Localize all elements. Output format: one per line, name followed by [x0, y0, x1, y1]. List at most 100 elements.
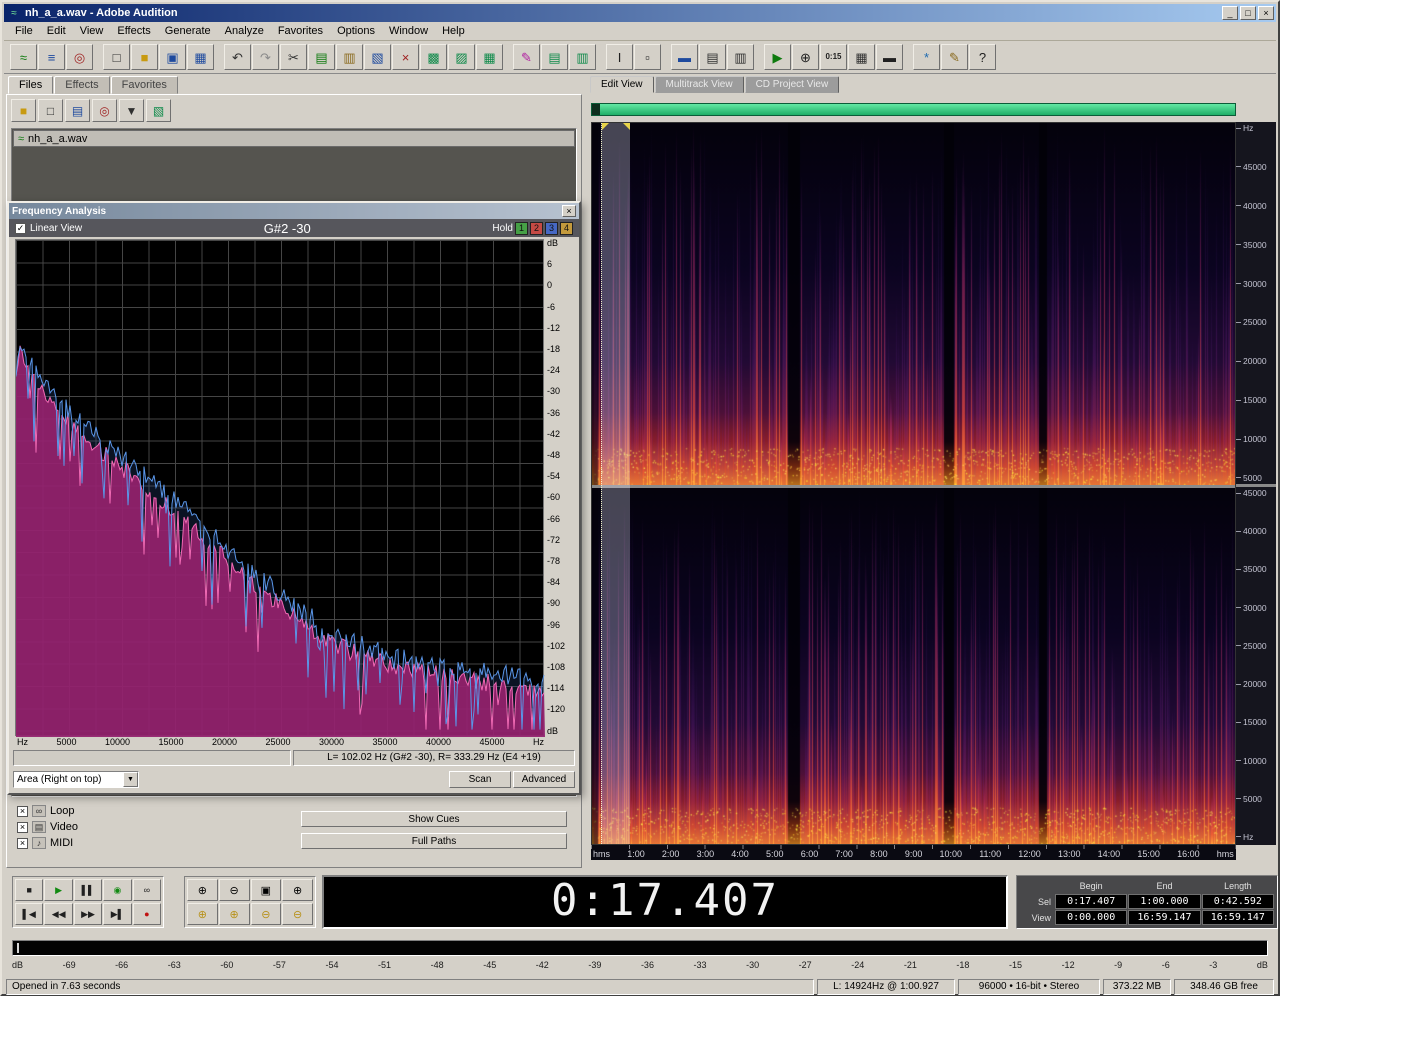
- pause-button[interactable]: ▌▌: [74, 879, 102, 901]
- tab-edit-view[interactable]: Edit View: [590, 76, 654, 93]
- cd-project-toggle-icon[interactable]: ◎: [66, 44, 93, 70]
- record-button[interactable]: ●: [133, 903, 161, 925]
- save-file-icon[interactable]: ▣: [159, 44, 186, 70]
- zoom-to-selection-button[interactable]: ⊕: [187, 903, 218, 925]
- pencil-tool-icon[interactable]: ✎: [941, 44, 968, 70]
- hold-4-button[interactable]: 4: [560, 222, 573, 235]
- file-list-item[interactable]: ≈ nh_a_a.wav: [13, 130, 575, 147]
- level-meter[interactable]: [12, 940, 1268, 956]
- time-selection-tool-icon[interactable]: I: [606, 44, 633, 70]
- copy-icon[interactable]: ▤: [308, 44, 335, 70]
- scan-button[interactable]: Scan: [449, 771, 511, 788]
- checkbox[interactable]: ×: [17, 822, 28, 833]
- zoom-right-button[interactable]: ⊖: [251, 903, 282, 925]
- paste-icon[interactable]: ▥: [336, 44, 363, 70]
- menu-item[interactable]: File: [8, 23, 40, 39]
- insert-multitrack-icon[interactable]: ▤: [65, 99, 90, 122]
- show-cues-button[interactable]: Show Cues: [301, 811, 567, 827]
- minimize-button[interactable]: _: [1222, 6, 1238, 20]
- tab-favorites[interactable]: Favorites: [111, 76, 178, 94]
- view-length-field[interactable]: 16:59.147: [1202, 910, 1274, 925]
- tab-cd-project-view[interactable]: CD Project View: [745, 76, 840, 93]
- zoom-vertical-out-button[interactable]: ⊖: [282, 903, 313, 925]
- frequency-ruler[interactable]: Hz45000400003500030000250002000015000100…: [1236, 122, 1276, 845]
- rewind-button[interactable]: ◀◀: [44, 903, 72, 925]
- preroll-postroll-icon[interactable]: 0:15: [820, 44, 847, 70]
- tab-multitrack-view[interactable]: Multitrack View: [655, 76, 744, 93]
- time-display[interactable]: 0:17.407: [322, 875, 1008, 929]
- play-preview-icon[interactable]: ▶: [764, 44, 791, 70]
- loop-option[interactable]: × ∞ Loop: [17, 803, 215, 819]
- batch-convert-icon[interactable]: ▦: [476, 44, 503, 70]
- selection-handle-right-icon[interactable]: [623, 123, 630, 130]
- edit-boundaries-icon[interactable]: ▨: [448, 44, 475, 70]
- frequency-analysis-plot[interactable]: [15, 239, 544, 736]
- edit-view-toggle-icon[interactable]: ≈: [10, 44, 37, 70]
- checkbox[interactable]: ✓: [15, 223, 26, 234]
- view-end-field[interactable]: 16:59.147: [1128, 910, 1200, 925]
- frequency-analysis-titlebar[interactable]: Frequency Analysis ×: [9, 203, 579, 219]
- frequency-analysis-close-button[interactable]: ×: [562, 205, 576, 217]
- waveform-view-icon[interactable]: ▥: [569, 44, 596, 70]
- selection-handle-left-icon[interactable]: [602, 123, 609, 130]
- hold-3-button[interactable]: 3: [545, 222, 558, 235]
- spectrogram-left-channel[interactable]: [592, 123, 1235, 485]
- undo-icon[interactable]: ↶: [224, 44, 251, 70]
- workspace-windows-icon[interactable]: ▬: [671, 44, 698, 70]
- menu-item[interactable]: Edit: [40, 23, 73, 39]
- new-file-icon[interactable]: □: [103, 44, 130, 70]
- zoom-window-icon[interactable]: ⊕: [792, 44, 819, 70]
- full-paths-button[interactable]: Full Paths: [301, 833, 567, 849]
- monitor-display-icon[interactable]: ▬: [876, 44, 903, 70]
- advanced-button[interactable]: Advanced: [513, 771, 575, 788]
- effects-panel-icon[interactable]: ✎: [513, 44, 540, 70]
- area-mode-select[interactable]: Area (Right on top) ▼: [13, 771, 139, 788]
- checkbox[interactable]: ×: [17, 806, 28, 817]
- zoom-in-button[interactable]: ⊕: [187, 879, 218, 901]
- navigator-bar[interactable]: [591, 103, 1236, 116]
- sel-end-field[interactable]: 1:00.000: [1128, 894, 1200, 909]
- shortcuts-grid-icon[interactable]: ▦: [848, 44, 875, 70]
- view-begin-field[interactable]: 0:00.000: [1055, 910, 1127, 925]
- open-file-icon[interactable]: ■: [131, 44, 158, 70]
- insert-cd-icon[interactable]: ◎: [92, 99, 117, 122]
- save-all-icon[interactable]: ▦: [187, 44, 214, 70]
- linear-view-checkbox[interactable]: ✓ Linear View: [15, 223, 82, 234]
- sel-begin-field[interactable]: 0:17.407: [1055, 894, 1127, 909]
- menu-item[interactable]: Generate: [158, 23, 218, 39]
- zoom-out-button[interactable]: ⊖: [219, 879, 250, 901]
- import-file-icon[interactable]: ■: [11, 99, 36, 122]
- marquee-selection-tool-icon[interactable]: ▫: [634, 44, 661, 70]
- hold-1-button[interactable]: 1: [515, 222, 528, 235]
- go-to-end-button[interactable]: ▶▌: [103, 903, 131, 925]
- zoom-vertical-in-button[interactable]: ⊕: [282, 879, 313, 901]
- help-icon[interactable]: ?: [969, 44, 996, 70]
- menu-item[interactable]: View: [73, 23, 111, 39]
- play-button[interactable]: ▶: [44, 879, 72, 901]
- zoom-left-button[interactable]: ⊕: [219, 903, 250, 925]
- selection-region[interactable]: [601, 123, 630, 844]
- menu-item[interactable]: Options: [330, 23, 382, 39]
- menu-item[interactable]: Effects: [110, 23, 157, 39]
- spectrogram-right-channel[interactable]: [592, 488, 1235, 844]
- convert-sample-type-icon[interactable]: ▩: [420, 44, 447, 70]
- fast-forward-button[interactable]: ▶▶: [74, 903, 102, 925]
- tab-files[interactable]: Files: [8, 76, 53, 94]
- file-sort-icon[interactable]: ▼: [119, 99, 144, 122]
- play-from-cursor-button[interactable]: ◉: [103, 879, 131, 901]
- cut-icon[interactable]: ✂: [280, 44, 307, 70]
- close-button[interactable]: ×: [1258, 6, 1274, 20]
- close-file-icon[interactable]: □: [38, 99, 63, 122]
- delete-selection-icon[interactable]: ×: [392, 44, 419, 70]
- video-option[interactable]: × ▤ Video: [17, 819, 215, 835]
- tab-effects[interactable]: Effects: [54, 76, 109, 94]
- window-titlebar[interactable]: ≈ nh_a_a.wav - Adobe Audition _ □ ×: [4, 4, 1276, 22]
- organizer-window-icon[interactable]: ▤: [699, 44, 726, 70]
- stop-button[interactable]: ■: [15, 879, 43, 901]
- maximize-button[interactable]: □: [1240, 6, 1256, 20]
- freeze-icon[interactable]: *: [913, 44, 940, 70]
- hold-2-button[interactable]: 2: [530, 222, 543, 235]
- menu-item[interactable]: Help: [435, 23, 472, 39]
- loop-play-button[interactable]: ∞: [133, 879, 161, 901]
- file-options-icon[interactable]: ▧: [146, 99, 171, 122]
